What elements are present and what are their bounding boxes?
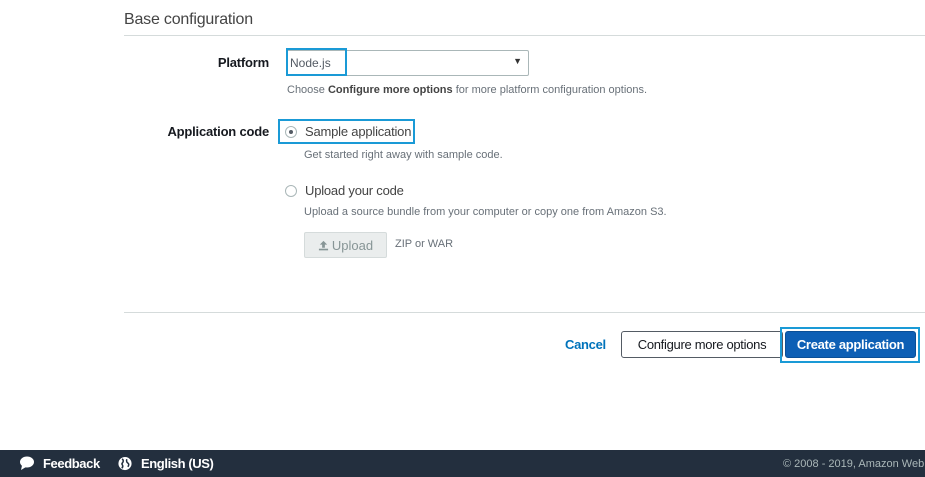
actions-divider [124,312,925,313]
platform-label: Platform [217,55,269,70]
sample-application-highlight-box [278,119,415,144]
sample-application-hint: Get started right away with sample code. [304,149,503,161]
dropdown-arrow-icon: ▼ [513,56,522,66]
upload-icon [318,240,328,250]
create-application-button[interactable]: Create application [785,331,916,358]
upload-file-types: ZIP or WAR [395,238,454,250]
section-title: Base configuration [124,11,253,28]
platform-hint-emphasis: Configure more options [327,84,453,96]
platform-hint: Choose Configure more options for more p… [287,84,648,96]
upload-code-label[interactable]: Upload your code [305,183,404,198]
configure-more-options-button[interactable]: Configure more options [621,331,783,358]
copyright-text: © 2008 - 2019, Amazon Web Services [783,458,925,470]
platform-highlight-box [286,48,347,76]
language-selector[interactable]: English (US) [117,456,214,471]
section-divider [124,35,925,36]
language-label: English (US) [141,456,214,471]
upload-code-radio[interactable] [285,184,297,197]
upload-code-hint: Upload a source bundle from your compute… [304,206,667,218]
application-code-label: Application code [167,124,269,139]
globe-icon [118,456,132,471]
speech-bubble-icon [20,456,34,470]
footer-bar: Feedback English (US) © 2008 - 2019, Ama… [0,450,925,477]
cancel-link[interactable]: Cancel [565,337,606,352]
feedback-label: Feedback [43,456,100,471]
feedback-link[interactable]: Feedback [19,456,100,471]
upload-code-option[interactable]: Upload your code [285,183,404,198]
upload-button[interactable]: Upload [304,232,387,258]
upload-button-label: Upload [331,237,374,253]
